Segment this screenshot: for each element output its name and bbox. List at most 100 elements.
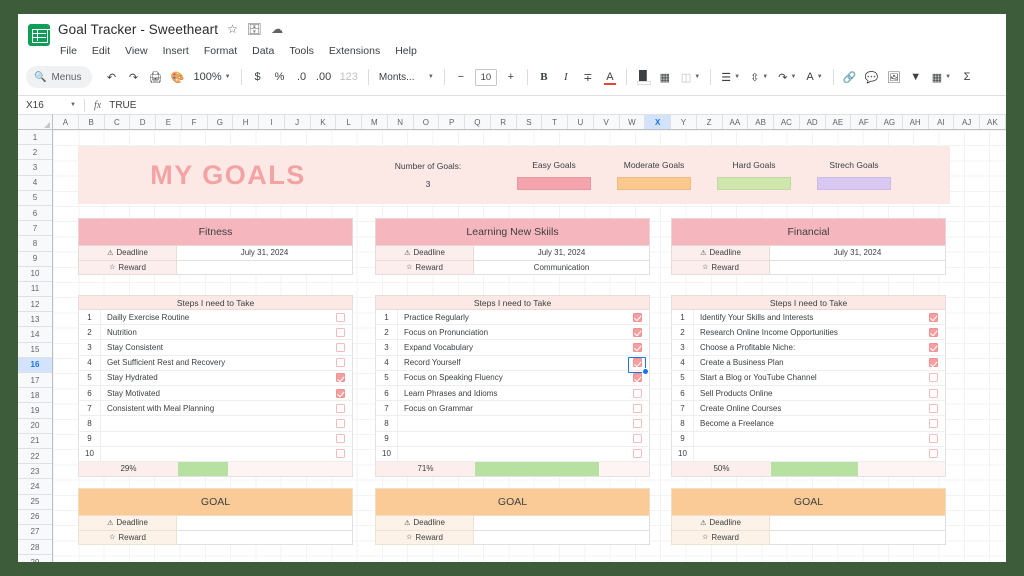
text-wrap-icon[interactable]: ↷ ▼ [773,66,801,88]
step-checkbox-cell[interactable] [328,327,352,337]
row-header-21[interactable]: 21 [18,434,52,449]
step-checkbox-cell[interactable] [625,434,649,444]
step-text[interactable]: Become a Freelance [694,419,921,428]
step-checkbox-cell[interactable] [328,434,352,444]
column-header-af[interactable]: AF [851,115,877,129]
row-header-28[interactable]: 28 [18,540,52,556]
row-header-8[interactable]: 8 [18,236,52,252]
merge-cells-icon[interactable]: ◫ ▼ [676,66,705,88]
column-header-r[interactable]: R [491,115,517,129]
checkbox-unchecked-icon[interactable] [928,403,938,413]
checkbox-unchecked-icon[interactable] [335,449,345,459]
row-header-6[interactable]: 6 [18,206,52,222]
decrease-font-size-icon[interactable]: − [450,66,472,88]
column-header-k[interactable]: K [311,115,337,129]
column-header-ab[interactable]: AB [748,115,774,129]
document-title[interactable]: Goal Tracker - Sweetheart [58,22,218,37]
step-checkbox-cell[interactable] [625,356,649,376]
step-text[interactable]: Stay Hydrated [101,373,328,382]
checkbox-unchecked-icon[interactable] [335,358,345,368]
step-text[interactable]: Create a Business Plan [694,358,921,367]
checkbox-checked-icon[interactable] [632,373,642,383]
deadline-value[interactable]: July 31, 2024 [770,246,946,261]
checkbox-unchecked-icon[interactable] [632,418,642,428]
checkbox-checked-icon[interactable] [632,327,642,337]
column-header-ac[interactable]: AC [774,115,800,129]
column-header-s[interactable]: S [517,115,543,129]
menu-data[interactable]: Data [250,44,276,58]
step-text[interactable]: Record Yourself [398,358,625,367]
step-text[interactable]: Consistent with Meal Planning [101,404,328,413]
filter-icon[interactable]: ▼ [905,66,927,88]
column-header-n[interactable]: N [388,115,414,129]
checkbox-unchecked-icon[interactable] [335,312,345,322]
row-header-22[interactable]: 22 [18,449,52,465]
step-checkbox-cell[interactable] [625,449,649,459]
horizontal-align-icon[interactable]: ☰ ▼ [716,66,745,88]
insert-image-icon[interactable]: 🖼 [883,66,905,88]
column-header-x[interactable]: X [645,115,671,129]
row-header-5[interactable]: 5 [18,191,52,206]
menu-tools[interactable]: Tools [287,44,316,58]
formula-input[interactable]: TRUE [109,100,136,111]
checkbox-checked-icon[interactable] [335,388,345,398]
row-header-23[interactable]: 23 [18,464,52,480]
step-checkbox-cell[interactable] [921,418,945,428]
step-checkbox-cell[interactable] [921,373,945,383]
checkbox-unchecked-icon[interactable] [928,418,938,428]
menu-extensions[interactable]: Extensions [327,44,382,58]
row-header-27[interactable]: 27 [18,525,52,541]
menu-file[interactable]: File [58,44,79,58]
row-header-2[interactable]: 2 [18,145,52,161]
step-checkbox-cell[interactable] [921,403,945,413]
column-header-aa[interactable]: AA [723,115,749,129]
step-text[interactable]: Choose a Profitable Niche: [694,343,921,352]
step-text[interactable]: Focus on Speaking Fluency [398,373,625,382]
step-text[interactable]: Focus on Pronunciation [398,328,625,337]
zoom-selector[interactable]: 100% ▼ [188,66,235,88]
column-header-t[interactable]: T [542,115,568,129]
column-header-w[interactable]: W [620,115,646,129]
column-header-f[interactable]: F [182,115,208,129]
step-checkbox-cell[interactable] [625,312,649,322]
deadline-value[interactable]: July 31, 2024 [177,246,353,261]
deadline-value[interactable] [177,516,353,531]
column-header-h[interactable]: H [233,115,259,129]
row-header-14[interactable]: 14 [18,327,52,343]
menus-search-button[interactable]: 🔍 Menus [26,66,93,88]
column-header-q[interactable]: Q [465,115,491,129]
row-header-12[interactable]: 12 [18,297,52,313]
checkbox-checked-icon[interactable] [632,312,642,322]
print-icon[interactable]: 🖨 [144,66,166,88]
row-header-15[interactable]: 15 [18,343,52,358]
redo-icon[interactable]: ↷ [122,66,144,88]
checkbox-unchecked-icon[interactable] [928,388,938,398]
row-header-3[interactable]: 3 [18,160,52,176]
deadline-value[interactable] [770,516,946,531]
step-checkbox-cell[interactable] [328,312,352,322]
select-all-corner[interactable] [18,115,53,129]
menu-edit[interactable]: Edit [90,44,112,58]
step-checkbox-cell[interactable] [625,373,649,383]
reward-value[interactable]: Communication [474,260,650,275]
move-to-folder-icon[interactable]: 🗄 [247,23,262,35]
column-header-d[interactable]: D [130,115,156,129]
step-text[interactable]: Create Online Courses [694,404,921,413]
step-text[interactable]: Research Online Income Opportunities [694,328,921,337]
reward-value[interactable] [177,260,353,275]
functions-icon[interactable]: ▦ ▼ [927,66,956,88]
checkbox-unchecked-icon[interactable] [335,342,345,352]
deadline-value[interactable] [474,516,650,531]
checkbox-unchecked-icon[interactable] [632,449,642,459]
row-header-26[interactable]: 26 [18,510,52,525]
strikethrough-icon[interactable]: ∓ [577,66,599,88]
step-checkbox-cell[interactable] [921,342,945,352]
column-header-g[interactable]: G [208,115,234,129]
row-header-18[interactable]: 18 [18,388,52,404]
step-text[interactable]: Learn Phrases and Idioms [398,389,625,398]
column-header-ah[interactable]: AH [903,115,929,129]
checkbox-unchecked-icon[interactable] [335,434,345,444]
menu-help[interactable]: Help [393,44,419,58]
step-text[interactable]: Sell Products Online [694,389,921,398]
checkbox-unchecked-icon[interactable] [632,388,642,398]
